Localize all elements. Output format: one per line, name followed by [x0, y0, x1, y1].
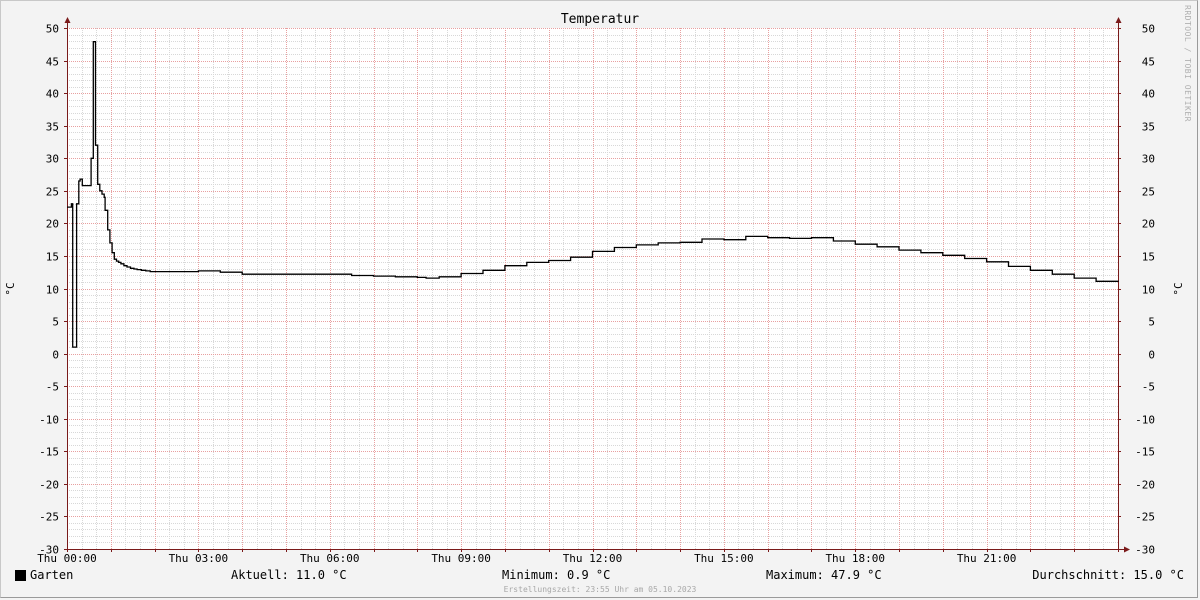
- y-tick-label-left: 30: [46, 153, 59, 166]
- y-axis-label-right: °C: [1172, 282, 1185, 295]
- y-tick-label-left: -25: [39, 511, 59, 524]
- y-tick-label-right: -15: [1135, 446, 1155, 459]
- y-tick-label-right: 25: [1142, 186, 1155, 199]
- y-tick-label-left: 15: [46, 251, 59, 264]
- y-tick-label-right: 15: [1142, 251, 1155, 264]
- legend-minimum: Minimum: 0.9 °C: [502, 568, 611, 582]
- y-tick-label-left: 40: [46, 88, 59, 101]
- y-tick-label-right: 0: [1148, 349, 1155, 362]
- legend-durchschnitt: Durchschnitt: 15.0 °C: [1032, 568, 1184, 582]
- y-tick-label-left: 20: [46, 218, 59, 231]
- footer-timestamp: Erstellungszeit: 23:55 Uhr am 05.10.2023: [503, 585, 697, 594]
- y-tick-label-left: -10: [39, 414, 59, 427]
- y-tick-label-right: 50: [1142, 23, 1155, 36]
- y-tick-label-right: 30: [1142, 153, 1155, 166]
- y-tick-label-right: -5: [1142, 381, 1155, 394]
- y-tick-label-left: 5: [52, 316, 59, 329]
- y-tick-label-right: -25: [1135, 511, 1155, 524]
- y-tick-label-left: 35: [46, 121, 59, 134]
- legend-swatch: [15, 570, 26, 581]
- x-tick-labels: Thu 00:00 Thu 03:00 Thu 06:00 Thu 09:00 Thu …: [37, 552, 1016, 565]
- y-tick-label-right: 20: [1142, 218, 1155, 231]
- y-tick-label-right: -10: [1135, 414, 1155, 427]
- y-axis-label-left: °C: [4, 282, 17, 295]
- y-tick-label-left: 10: [46, 284, 59, 297]
- x-tick-label: Thu 12:00: [563, 552, 623, 565]
- y-tick-label-right: 35: [1142, 121, 1155, 134]
- y-tick-label-right: 40: [1142, 88, 1155, 101]
- x-tick-label: Thu 15:00: [694, 552, 754, 565]
- x-tick-label: Thu 09:00: [431, 552, 491, 565]
- y-tick-label-left: 0: [52, 349, 59, 362]
- chart-area: 50454035302520151050-5-10-15-20-25-30 50…: [4, 12, 1185, 565]
- legend-aktuell: Aktuell: 11.0 °C: [231, 568, 347, 582]
- y-axis-arrow: [1115, 17, 1122, 23]
- x-tick-label: Thu 21:00: [957, 552, 1017, 565]
- y-tick-label-right: 5: [1148, 316, 1155, 329]
- y-tick-label-left: 50: [46, 23, 59, 36]
- x-tick-label: Thu 03:00: [169, 552, 229, 565]
- y-tick-label-left: -15: [39, 446, 59, 459]
- plot-background: [67, 28, 1118, 549]
- x-tick-label: Thu 06:00: [300, 552, 360, 565]
- y-tick-label-right: -30: [1135, 544, 1155, 557]
- y-tick-label-right: 10: [1142, 284, 1155, 297]
- y-tick-label-left: 25: [46, 186, 59, 199]
- y-tick-label-left: -5: [46, 381, 59, 394]
- y-tick-label-right: 45: [1142, 56, 1155, 69]
- chart-title: Temperatur: [561, 12, 639, 27]
- x-tick-label: Thu 18:00: [825, 552, 885, 565]
- y-ticks-left: 50454035302520151050-5-10-15-20-25-30: [39, 23, 59, 557]
- x-axis-arrow: [1124, 546, 1130, 553]
- y-axis-arrow: [64, 17, 71, 23]
- legend-series-name: Garten: [30, 568, 74, 582]
- y-tick-label-right: -20: [1135, 479, 1155, 492]
- y-tick-label-left: 45: [46, 56, 59, 69]
- y-ticks-right: 50454035302520151050-5-10-15-20-25-30: [1135, 23, 1155, 557]
- legend-maximum: Maximum: 47.9 °C: [766, 568, 882, 582]
- y-tick-label-left: -20: [39, 479, 59, 492]
- x-tick-label: Thu 00:00: [37, 552, 97, 565]
- rrdtool-watermark: RRDTOOL / TOBI OETIKER: [1183, 5, 1192, 122]
